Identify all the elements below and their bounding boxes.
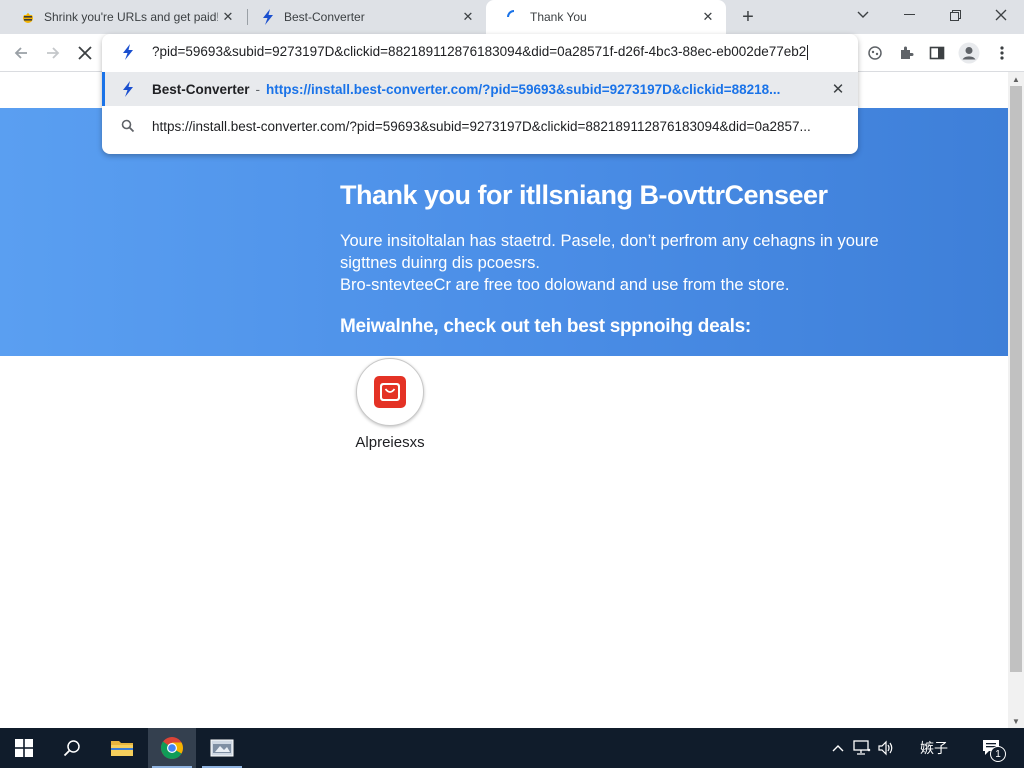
best-converter-icon (118, 42, 138, 62)
menu-kebab-icon[interactable] (989, 40, 1015, 66)
new-tab-button[interactable]: + (736, 5, 760, 29)
address-input[interactable]: ?pid=59693&subid=9273197D&clickid=882189… (152, 44, 809, 60)
install-message: Youre insitoltalan has staetrd. Pasele, … (340, 230, 900, 296)
best-converter-icon (260, 9, 276, 25)
input-method-indicator[interactable]: 嫉子 (912, 728, 956, 768)
tab-search-chevron-icon[interactable] (840, 0, 886, 30)
suggestion-url: https://install.best-converter.com/?pid=… (266, 81, 781, 97)
address-bar[interactable]: ?pid=59693&subid=9273197D&clickid=882189… (102, 34, 858, 70)
search-icon (63, 740, 80, 757)
page-content: Thank you for itllsniang B-ovttrCenseer … (0, 72, 1008, 728)
tab-title: Thank You (530, 10, 587, 24)
suggestion-best-converter[interactable]: Best-Converter - https://install.best-co… (102, 72, 858, 106)
suggestion-url: https://install.best-converter.com/?pid=… (152, 118, 811, 134)
close-icon[interactable]: ✕ (458, 7, 478, 27)
suggestion-search-url[interactable]: https://install.best-converter.com/?pid=… (102, 108, 858, 144)
forward-button[interactable] (40, 40, 66, 66)
scrollbar-thumb[interactable] (1010, 86, 1022, 672)
volume-icon[interactable] (874, 728, 898, 768)
omnibox-dropdown: ?pid=59693&subid=9273197D&clickid=882189… (102, 34, 858, 154)
tab-title: Shrink you're URLs and get paid! (44, 10, 218, 24)
tab-strip: Shrink you're URLs and get paid! ✕ Best-… (0, 0, 1024, 34)
loading-spinner-icon (506, 9, 522, 25)
close-icon[interactable]: ✕ (218, 7, 238, 27)
shopping-bag-icon (374, 376, 406, 408)
search-button[interactable] (48, 728, 96, 768)
chrome-taskbar-button[interactable] (148, 728, 196, 768)
extensions-icon[interactable] (893, 40, 919, 66)
app-taskbar-button[interactable] (198, 728, 246, 768)
bee-icon (20, 9, 36, 25)
address-text: ?pid=59693&subid=9273197D&clickid=882189… (152, 44, 807, 60)
file-explorer-button[interactable] (98, 728, 146, 768)
vertical-scrollbar[interactable]: ▲ ▼ (1008, 72, 1024, 728)
close-icon[interactable]: ✕ (698, 7, 718, 27)
show-hidden-icons-chevron-icon[interactable] (828, 728, 848, 768)
side-panel-icon[interactable] (924, 40, 950, 66)
suggestion-separator: - (255, 81, 261, 97)
app-window-icon (210, 739, 234, 757)
tab-title: Best-Converter (284, 10, 365, 24)
search-icon (118, 116, 138, 136)
tab-thank-you[interactable]: Thank You ✕ (486, 0, 726, 34)
windows-logo-icon (15, 739, 33, 757)
back-button[interactable] (8, 40, 34, 66)
restore-button[interactable] (932, 0, 978, 30)
stop-loading-button[interactable] (72, 40, 98, 66)
store-logo (356, 358, 424, 426)
install-message-line: Youre insitoltalan has staetrd. Pasele, … (340, 232, 879, 272)
suggestion-title: Best-Converter (152, 81, 250, 97)
store-label: Alpreiesxs (355, 434, 425, 451)
scroll-down-arrow-icon[interactable]: ▼ (1008, 714, 1024, 728)
minimize-button[interactable] (886, 0, 932, 30)
screen: Shrink you're URLs and get paid! ✕ Best-… (0, 0, 1024, 768)
chrome-icon (160, 737, 183, 759)
best-converter-icon (118, 79, 138, 99)
store-link-aliexpress[interactable]: Alpreiesxs (348, 358, 432, 451)
notification-count-badge: 1 (990, 746, 1006, 762)
store-info-line: Bro-sntevteeCr are free too dolowand and… (340, 276, 790, 294)
windows-taskbar: 嫉子 1 (0, 728, 1024, 768)
close-window-button[interactable] (978, 0, 1024, 30)
deals-heading: Meiwalnhe, check out teh best sppnoihg d… (340, 316, 751, 337)
start-button[interactable] (0, 728, 48, 768)
scroll-up-arrow-icon[interactable]: ▲ (1008, 72, 1024, 86)
extension-puzzle-icon[interactable] (862, 40, 888, 66)
folder-icon (111, 741, 133, 756)
profile-avatar-icon[interactable] (956, 40, 982, 66)
network-icon[interactable] (850, 728, 874, 768)
tab-best-converter[interactable]: Best-Converter ✕ (240, 0, 486, 34)
tab-shrink-urls[interactable]: Shrink you're URLs and get paid! ✕ (0, 0, 246, 34)
remove-suggestion-close-icon[interactable]: ✕ (828, 79, 848, 99)
page-title: Thank you for itllsniang B-ovttrCenseer (340, 180, 828, 210)
text-caret (807, 44, 809, 60)
notification-center-button[interactable]: 1 (976, 728, 1008, 768)
